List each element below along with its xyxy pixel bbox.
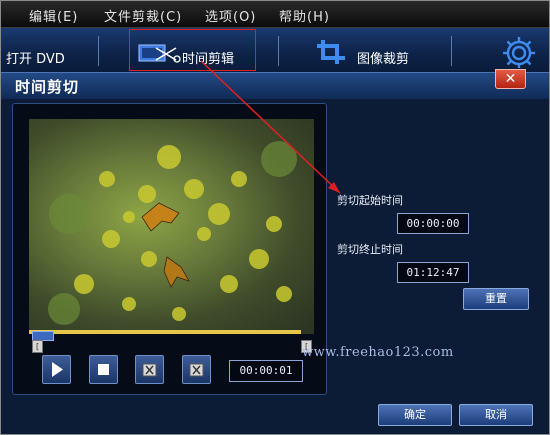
annotation-arrow [200, 60, 341, 194]
app-window: 编辑(E) 文件剪裁(C) 选项(O) 帮助(H) 打开 DVD 时间剪辑 图像… [0, 0, 550, 435]
